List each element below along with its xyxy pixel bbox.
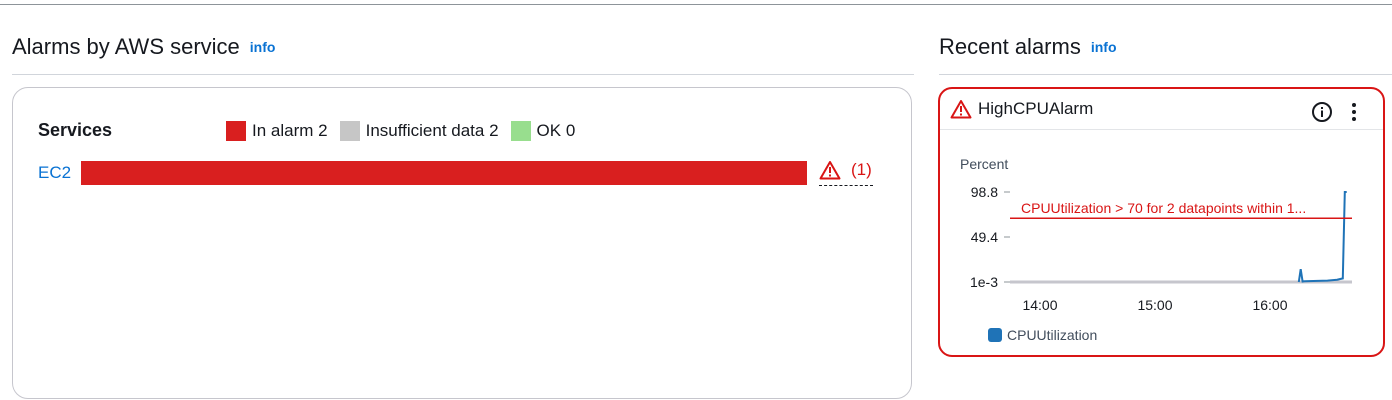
services-legend: In alarm 2 Insufficient data 2 OK 0 [226,121,587,141]
ok-swatch [510,121,531,141]
alarms-by-service-info-link[interactable]: info [250,39,276,55]
cpu-series-swatch [988,328,1002,342]
section-divider-right [939,74,1392,75]
top-divider [0,4,1392,5]
y-tick-label: 1e-3 [970,274,998,290]
threshold-label: CPUUtilization > 70 for 2 datapoints wit… [1021,200,1306,216]
cpu-utilization-chart[interactable]: 98.8 49.4 1e-3 14:00 15:00 16:00 CPUUtilizati… [940,181,1383,331]
alarms-by-service-title: Alarms by AWS service info [12,34,276,59]
warning-icon [950,100,972,119]
services-heading: Services [38,120,113,140]
legend-insufficient-data: Insufficient data 2 [339,121,499,141]
alarm-card-header[interactable]: HighCPUAlarm [950,99,1093,119]
service-link-ec2[interactable]: EC2 [38,163,71,183]
recent-alarms-title: Recent alarms info [939,34,1117,59]
section-divider [12,74,914,75]
x-tick-label: 16:00 [1252,297,1287,313]
chart-legend: CPUUtilization [988,327,1097,343]
y-axis-unit: Percent [960,156,1009,172]
ec2-in-alarm-bar[interactable] [81,161,807,185]
card-header-divider [940,129,1383,130]
legend-ok: OK 0 [510,121,575,141]
ec2-alarm-count[interactable]: (1) [819,160,872,180]
recent-alarms-info-link[interactable]: info [1091,39,1117,55]
x-tick-label: 15:00 [1137,297,1172,313]
insufficient-data-swatch [339,121,360,141]
alarm-name: HighCPUAlarm [978,99,1094,118]
in-alarm-swatch [226,121,246,141]
vertical-ellipsis-icon[interactable] [1343,101,1365,123]
x-tick-label: 14:00 [1022,297,1057,313]
alarm-count-underline [819,185,873,186]
info-circle-icon[interactable] [1311,101,1333,123]
legend-in-alarm: In alarm 2 [226,121,328,141]
card-actions [1311,101,1365,123]
y-tick-label: 98.8 [971,184,998,200]
recent-alarm-card: HighCPUAlarm Percent 98.8 49.4 1e-3 14:00 15… [938,87,1385,357]
y-tick-label: 49.4 [971,229,998,245]
warning-icon [819,161,841,180]
services-panel: Services In alarm 2 Insufficient data 2 … [12,87,912,399]
